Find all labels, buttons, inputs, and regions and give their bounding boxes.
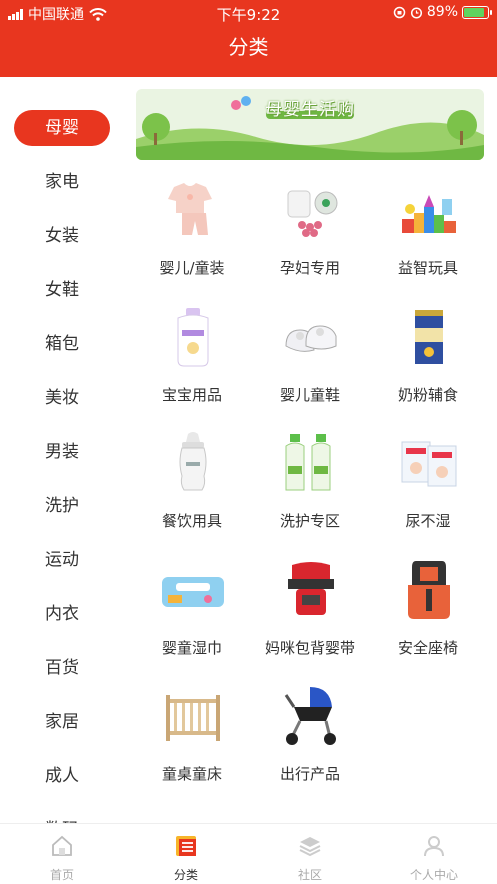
rotation-lock-icon bbox=[393, 6, 406, 18]
category-label: 婴儿童鞋 bbox=[279, 386, 340, 404]
community-icon bbox=[299, 837, 321, 857]
wet-wipes-icon bbox=[162, 577, 224, 607]
baby-lotion-icon bbox=[177, 308, 209, 367]
baby-bottle-icon bbox=[179, 432, 207, 491]
stroller-icon bbox=[284, 687, 336, 745]
category-milk-powder[interactable]: 奶粉辅食 bbox=[369, 300, 487, 420]
bottom-tab-bar: 首页 分类 社区 个人中心 bbox=[0, 823, 497, 883]
sidebar-item-muying[interactable]: 母婴 bbox=[14, 110, 110, 146]
sidebar-item-jiadian[interactable]: 家电 bbox=[14, 164, 110, 200]
category-travel[interactable]: 出行产品 bbox=[251, 679, 369, 799]
category-label: 婴儿/童装 bbox=[159, 259, 225, 277]
category-baby-clothes[interactable]: 婴儿/童装 bbox=[133, 173, 251, 293]
baby-shoes-icon bbox=[285, 325, 337, 352]
diaper-icon bbox=[401, 441, 457, 487]
sidebar-item-meizhuang[interactable]: 美妆 bbox=[14, 380, 110, 416]
category-content: 母婴生活购 婴儿/童装 孕妇专用 益智玩具 宝宝用品 婴儿童鞋 奶粉辅食 餐饮用… bbox=[124, 77, 497, 823]
crib-icon bbox=[166, 695, 220, 741]
app-header: 中国联通 下午9:22 89% 分类 bbox=[0, 0, 497, 77]
home-icon bbox=[52, 835, 72, 856]
category-label: 婴童湿巾 bbox=[161, 639, 222, 657]
category-baby-carrier[interactable]: 妈咪包背婴带 bbox=[251, 553, 369, 673]
sidebar-item-chengren[interactable]: 成人 bbox=[14, 758, 110, 794]
car-seat-icon bbox=[408, 561, 450, 619]
category-label: 妈咪包背婴带 bbox=[264, 639, 355, 657]
maternity-icon bbox=[287, 190, 338, 237]
tab-category[interactable]: 分类 bbox=[124, 824, 248, 884]
sidebar-item-jiaju[interactable]: 家居 bbox=[14, 704, 110, 740]
toy-blocks-icon bbox=[402, 195, 456, 233]
banner-title: 母婴生活购 bbox=[265, 100, 355, 120]
category-washing[interactable]: 洗护专区 bbox=[251, 426, 369, 546]
sidebar-item-yundong[interactable]: 运动 bbox=[14, 542, 110, 578]
milk-powder-icon bbox=[415, 310, 443, 364]
category-diapers[interactable]: 尿不湿 bbox=[369, 426, 487, 546]
tab-label: 首页 bbox=[49, 868, 74, 882]
tab-community[interactable]: 社区 bbox=[248, 824, 372, 884]
tab-home[interactable]: 首页 bbox=[0, 824, 124, 884]
page-title: 分类 bbox=[228, 35, 269, 59]
tab-label: 分类 bbox=[173, 868, 198, 882]
sidebar-item-neiyi[interactable]: 内衣 bbox=[14, 596, 110, 632]
sidebar-item-baihuo[interactable]: 百货 bbox=[14, 650, 110, 686]
category-label: 出行产品 bbox=[279, 765, 340, 783]
category-label: 尿不湿 bbox=[405, 512, 451, 530]
tab-label: 社区 bbox=[297, 868, 322, 882]
status-bar: 中国联通 下午9:22 89% bbox=[0, 0, 497, 26]
category-icon bbox=[176, 836, 196, 856]
sidebar-item-nvxie[interactable]: 女鞋 bbox=[14, 272, 110, 308]
category-car-seat[interactable]: 安全座椅 bbox=[369, 553, 487, 673]
battery-percent: 89% bbox=[426, 4, 458, 20]
sidebar-item-nanzhuang[interactable]: 男装 bbox=[14, 434, 110, 470]
category-baby-supplies[interactable]: 宝宝用品 bbox=[133, 300, 251, 420]
sidebar-item-nvzhuang[interactable]: 女装 bbox=[14, 218, 110, 254]
category-sidebar[interactable]: 母婴 家电 女装 女鞋 箱包 美妆 男装 洗护 运动 内衣 百货 家居 成人 数… bbox=[0, 77, 124, 823]
category-maternity[interactable]: 孕妇专用 bbox=[251, 173, 369, 293]
category-baby-shoes[interactable]: 婴儿童鞋 bbox=[251, 300, 369, 420]
alarm-icon bbox=[410, 6, 422, 19]
profile-icon bbox=[424, 836, 444, 857]
category-label: 孕妇专用 bbox=[279, 259, 340, 277]
category-crib[interactable]: 童桌童床 bbox=[133, 679, 251, 799]
category-label: 洗护专区 bbox=[279, 512, 340, 530]
category-label: 安全座椅 bbox=[397, 639, 458, 657]
category-label: 奶粉辅食 bbox=[397, 386, 458, 404]
baby-carrier-icon bbox=[288, 562, 334, 615]
category-label: 餐饮用具 bbox=[161, 512, 222, 530]
category-feeding[interactable]: 餐饮用具 bbox=[133, 426, 251, 546]
sidebar-item-shuma[interactable]: 数码 bbox=[14, 812, 110, 823]
promo-banner[interactable]: 母婴生活购 bbox=[136, 89, 484, 160]
tab-profile[interactable]: 个人中心 bbox=[372, 824, 496, 884]
battery-icon bbox=[462, 5, 492, 19]
category-label: 益智玩具 bbox=[397, 259, 458, 277]
baby-clothes-icon bbox=[168, 183, 212, 235]
tab-label: 个人中心 bbox=[409, 868, 458, 882]
sidebar-item-xiangbao[interactable]: 箱包 bbox=[14, 326, 110, 362]
detergent-icon bbox=[285, 434, 331, 491]
category-wet-wipes[interactable]: 婴童湿巾 bbox=[133, 553, 251, 673]
sidebar-item-xihu[interactable]: 洗护 bbox=[14, 488, 110, 524]
category-label: 宝宝用品 bbox=[161, 386, 222, 404]
category-toys[interactable]: 益智玩具 bbox=[369, 173, 487, 293]
category-label: 童桌童床 bbox=[161, 765, 222, 783]
